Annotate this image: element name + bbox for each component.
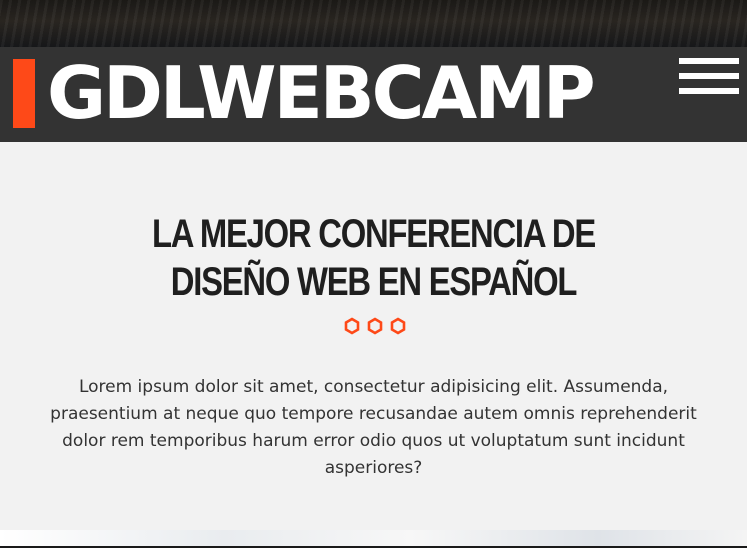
menu-line [679, 58, 739, 64]
site-header: GDLWEBCAMP [0, 47, 747, 142]
hexagon-icon [390, 317, 406, 335]
menu-line [679, 88, 739, 94]
hexagon-divider [340, 317, 410, 337]
hamburger-menu-icon[interactable] [679, 58, 739, 96]
intro-section: LA MEJOR CONFERENCIA DE DISEÑO WEB EN ES… [0, 142, 747, 530]
site-logo[interactable]: GDLWEBCAMP [47, 52, 596, 134]
next-section-image [0, 530, 747, 548]
section-title: LA MEJOR CONFERENCIA DE DISEÑO WEB EN ES… [151, 212, 596, 304]
menu-line [679, 73, 739, 79]
hexagon-icon [367, 317, 383, 335]
hero-image [0, 0, 747, 47]
intro-paragraph: Lorem ipsum dolor sit amet, consectetur … [50, 377, 697, 478]
logo-accent-bar [13, 59, 35, 128]
hexagon-icon [344, 317, 360, 335]
